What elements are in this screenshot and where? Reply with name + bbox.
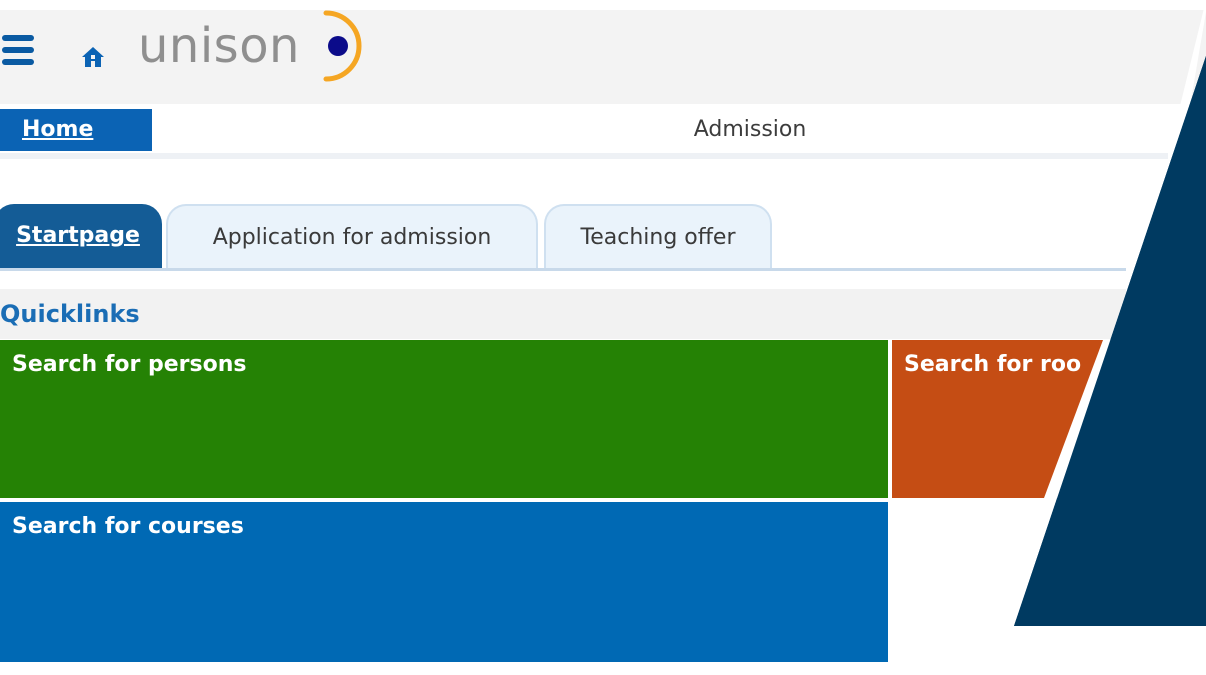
page: unison Home Admission Startpage Applicat… — [0, 0, 1206, 675]
tab-bar: Startpage Application for admission Teac… — [0, 202, 1126, 272]
tab-application-for-admission[interactable]: Application for admission — [166, 204, 538, 268]
quicklinks-header: Quicklinks — [0, 289, 1126, 339]
hamburger-icon — [2, 35, 34, 41]
hamburger-icon-bar — [2, 59, 34, 65]
search-persons-tile[interactable]: Search for persons — [0, 340, 888, 498]
breadcrumb-home-link[interactable]: Home — [0, 109, 152, 151]
menu-button[interactable] — [2, 35, 34, 75]
app-header: unison — [0, 10, 1206, 104]
logo-text: unison — [138, 18, 300, 74]
quicklinks-title: Quicklinks — [0, 300, 140, 328]
home-icon — [82, 47, 104, 67]
home-button[interactable] — [80, 44, 106, 70]
tab-teaching-offer[interactable]: Teaching offer — [544, 204, 772, 268]
search-rooms-tile[interactable]: Search for roo — [892, 340, 1206, 498]
unison-logo[interactable]: unison — [138, 10, 388, 94]
logo-mark-icon — [323, 10, 362, 82]
breadcrumb: Home Admission — [0, 107, 1168, 159]
search-courses-tile[interactable]: Search for courses — [0, 502, 888, 662]
tab-startpage[interactable]: Startpage — [0, 204, 162, 268]
hamburger-icon-bar — [2, 47, 34, 53]
page-title: Admission — [693, 117, 807, 142]
